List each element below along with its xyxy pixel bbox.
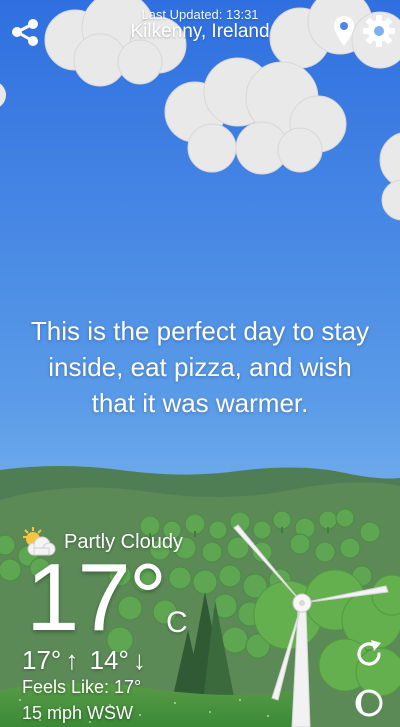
moon-button[interactable] bbox=[352, 686, 386, 720]
current-temperature: 17° bbox=[26, 544, 167, 651]
moon-icon bbox=[355, 689, 383, 717]
top-bar: Last Updated: 13:31 Kilkenny, Ireland bbox=[0, 0, 400, 60]
wind-label: 15 mph WSW bbox=[22, 703, 134, 723]
location-button[interactable] bbox=[332, 14, 356, 48]
arrow-up-icon: ↑ bbox=[65, 645, 79, 675]
high-low-temperatures: 17° ↑ 14° ↓ bbox=[22, 643, 150, 677]
gear-icon bbox=[363, 15, 395, 47]
temperature-unit: C bbox=[166, 606, 188, 639]
feels-like-label: Feels Like: 17° bbox=[22, 677, 142, 697]
refresh-button[interactable] bbox=[352, 637, 386, 671]
high-temperature: 17° bbox=[22, 645, 62, 675]
settings-button[interactable] bbox=[362, 14, 396, 48]
low-temperature: 14° bbox=[89, 645, 129, 675]
location-pin-icon bbox=[334, 16, 354, 46]
refresh-icon bbox=[357, 640, 381, 666]
weather-message: This is the perfect day to stay inside, … bbox=[30, 316, 370, 418]
arrow-down-icon: ↓ bbox=[132, 645, 146, 675]
